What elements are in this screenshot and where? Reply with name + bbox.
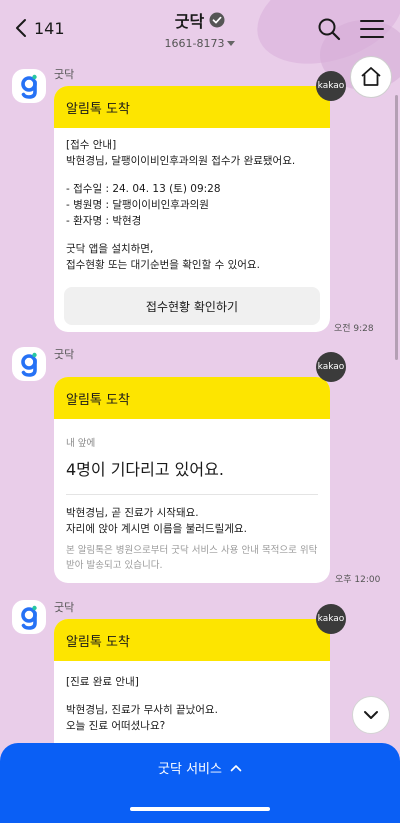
goodoc-logo-icon [21, 352, 37, 377]
chat-header: 141 굿닥 1661-8173 [0, 0, 400, 56]
verified-badge-icon [209, 12, 225, 28]
message-time: 오후 12:00 [335, 575, 381, 585]
sender-name: 굿닥 [54, 601, 75, 614]
home-indicator [130, 807, 270, 811]
alimtalk-card: 알림톡 도착 [접수 안내] 박현경님, 달팽이이비인후과의원 접수가 완료됐어… [54, 86, 330, 332]
chevron-down-icon [364, 711, 378, 719]
message-line: 굿닥 앱을 설치하면, [66, 243, 154, 255]
search-icon[interactable] [316, 16, 342, 42]
message-line: 박현경님, 진료가 무사히 끝났어요. [66, 704, 218, 716]
disclaimer-note: 본 알림톡은 병원으로부터 굿닥 서비스 사용 안내 목적으로 위탁받아 발송되… [66, 545, 318, 571]
message-line: [접수 안내] [66, 139, 117, 151]
channel-name: 굿닥 [174, 12, 205, 31]
goodoc-logo-icon [21, 605, 37, 630]
message-line: 오늘 진료 어떠셨나요? [66, 720, 166, 732]
sender-name: 굿닥 [54, 68, 75, 81]
message-time: 오전 9:28 [334, 324, 374, 334]
message-line: 자리에 앉아 계시면 이름을 불러드릴게요. [66, 523, 247, 535]
home-button[interactable] [350, 56, 392, 98]
card-title: 알림톡 도착 [54, 619, 330, 661]
phone-number[interactable]: 1661-8173 [165, 37, 236, 50]
kakao-badge: kakao [316, 604, 346, 634]
service-menu-bar[interactable]: 굿닥 서비스 [0, 743, 400, 823]
kakao-badge: kakao [316, 352, 346, 382]
message-line: 접수현황 또는 대기순번을 확인할 수 있어요. [66, 259, 260, 271]
queue-label: 내 앞에 [66, 438, 96, 449]
message-line: [진료 완료 안내] [66, 676, 139, 688]
phone-number-text: 1661-8173 [164, 37, 225, 50]
sender-avatar[interactable] [12, 69, 46, 103]
queue-status: 4명이 기다리고 있어요. [66, 460, 224, 479]
kakao-badge: kakao [316, 71, 346, 101]
menu-icon[interactable] [359, 16, 385, 42]
sender-avatar[interactable] [12, 600, 46, 634]
alimtalk-card: 알림톡 도착 내 앞에 4명이 기다리고 있어요. 박현경님, 곧 진료가 시작… [54, 377, 330, 583]
home-icon [361, 67, 381, 86]
message-line: 박현경님, 달팽이이비인후과의원 접수가 완료됐어요. [66, 155, 296, 167]
message-line: 박현경님, 곧 진료가 시작돼요. [66, 507, 199, 519]
detail-line: - 환자명 : 박현경 [66, 215, 142, 227]
sender-avatar[interactable] [12, 347, 46, 381]
scrollbar[interactable] [395, 95, 398, 360]
service-menu-label: 굿닥 서비스 [158, 762, 222, 777]
goodoc-logo-icon [21, 74, 37, 99]
detail-line: - 병원명 : 달팽이이비인후과의원 [66, 199, 209, 211]
chevron-up-icon [230, 764, 242, 771]
sender-name: 굿닥 [54, 348, 75, 361]
divider [66, 494, 318, 495]
card-title: 알림톡 도착 [54, 377, 330, 419]
scroll-down-button[interactable] [352, 696, 390, 734]
detail-line: - 접수일 : 24. 04. 13 (토) 09:28 [66, 183, 221, 195]
card-title: 알림톡 도착 [54, 86, 330, 128]
check-status-button[interactable]: 접수현황 확인하기 [64, 287, 320, 325]
chat-title[interactable]: 굿닥 [175, 8, 225, 32]
caret-down-icon [227, 41, 236, 46]
